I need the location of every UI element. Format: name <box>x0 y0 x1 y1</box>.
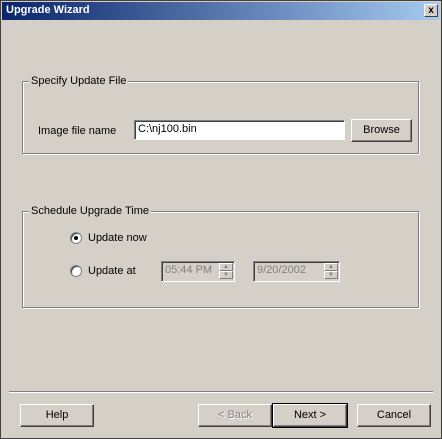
window-title: Upgrade Wizard <box>6 4 90 16</box>
help-button-label: Help <box>45 409 69 421</box>
browse-button[interactable]: Browse <box>351 119 412 142</box>
next-button[interactable]: Next > <box>272 403 348 428</box>
update-at-label[interactable]: Update at <box>88 265 136 277</box>
browse-button-label: Browse <box>363 124 400 136</box>
schedule-group: Schedule Upgrade Time <box>22 205 419 308</box>
update-file-group: Specify Update File <box>22 75 419 154</box>
button-separator <box>9 391 433 393</box>
title-bar[interactable]: Upgrade Wizard x <box>2 2 440 20</box>
date-down-arrow-icon[interactable]: ▼ <box>324 271 338 279</box>
update-now-label[interactable]: Update now <box>88 232 147 244</box>
cancel-button[interactable]: Cancel <box>357 404 431 427</box>
date-value: 9/20/2002 <box>257 264 306 276</box>
back-button[interactable]: < Back <box>198 404 272 427</box>
back-button-label: < Back <box>218 409 252 421</box>
schedule-group-label: Schedule Upgrade Time <box>29 205 152 217</box>
close-button[interactable]: x <box>424 4 438 17</box>
update-at-radio[interactable] <box>70 265 82 277</box>
cancel-button-label: Cancel <box>376 409 412 421</box>
next-button-label: Next > <box>293 409 327 421</box>
time-up-arrow-icon[interactable]: ▲ <box>219 263 233 271</box>
time-spinner[interactable]: ▲ ▼ <box>219 263 233 280</box>
update-file-group-label: Specify Update File <box>29 75 129 87</box>
time-value: 05:44 PM <box>165 264 213 276</box>
upgrade-wizard-window: Upgrade Wizard x Specify Update File Ima… <box>0 0 442 439</box>
help-button[interactable]: Help <box>20 404 94 427</box>
close-icon: x <box>428 5 434 16</box>
image-file-name-label: Image file name <box>38 125 117 137</box>
date-spinner[interactable]: ▲ ▼ <box>324 263 338 280</box>
image-file-name-input[interactable]: C:\nj100.bin <box>134 120 345 140</box>
date-up-arrow-icon[interactable]: ▲ <box>324 263 338 271</box>
time-picker[interactable]: 05:44 PM ▲ ▼ <box>161 261 235 282</box>
time-down-arrow-icon[interactable]: ▼ <box>219 271 233 279</box>
radio-selected-dot <box>74 236 78 240</box>
date-picker[interactable]: 9/20/2002 ▲ ▼ <box>253 261 340 282</box>
update-now-radio[interactable] <box>70 232 82 244</box>
